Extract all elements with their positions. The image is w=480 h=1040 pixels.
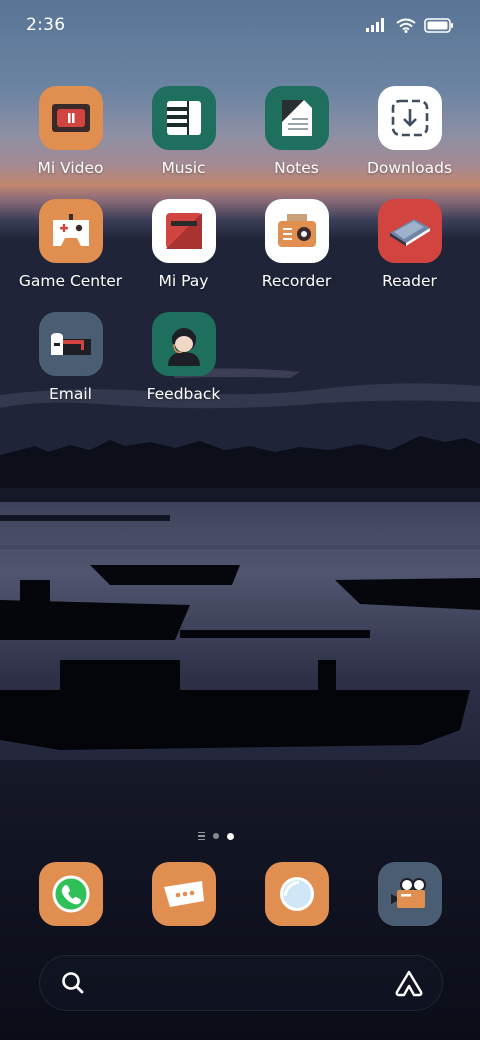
battery-icon — [424, 17, 453, 33]
wifi-icon — [396, 18, 416, 33]
app-label: Notes — [274, 159, 319, 177]
page-list-icon — [198, 831, 205, 841]
dock — [14, 862, 466, 926]
mi-pay-icon[interactable] — [151, 199, 216, 263]
app-label: Downloads — [366, 159, 453, 177]
feedback-icon[interactable] — [151, 312, 216, 376]
downloads-icon[interactable] — [377, 86, 442, 150]
search-icon[interactable] — [60, 970, 86, 996]
app-reader[interactable]: Reader — [353, 199, 466, 290]
assistant-icon[interactable] — [394, 969, 424, 997]
mi-video-icon[interactable] — [38, 86, 103, 150]
status-time: 2:36 — [26, 15, 66, 35]
app-label: Email — [48, 385, 92, 403]
app-label: Recorder — [261, 272, 332, 290]
app-label: Mi Pay — [158, 272, 209, 290]
app-feedback[interactable]: Feedback — [127, 312, 240, 403]
signal-icon — [366, 18, 384, 32]
app-grid: Mi Video Music Notes Downloads Game Cent… — [14, 86, 466, 403]
app-email[interactable]: Email — [14, 312, 127, 403]
app-label: Feedback — [146, 385, 221, 403]
app-mi-pay[interactable]: Mi Pay — [127, 199, 240, 290]
status-bar: 2:36 — [0, 0, 480, 50]
app-label: Game Center — [18, 272, 123, 290]
app-music[interactable]: Music — [127, 86, 240, 177]
status-icons — [366, 17, 454, 33]
music-icon[interactable] — [151, 86, 216, 150]
app-label: Mi Video — [37, 159, 104, 177]
app-label: Reader — [382, 272, 437, 290]
app-label: Music — [161, 159, 206, 177]
phone-icon[interactable] — [38, 862, 103, 926]
browser-icon[interactable] — [264, 862, 329, 926]
reader-icon[interactable] — [377, 199, 442, 263]
game-center-icon[interactable] — [38, 199, 103, 263]
email-icon[interactable] — [38, 312, 103, 376]
page-dot[interactable] — [213, 833, 219, 839]
app-mi-video[interactable]: Mi Video — [14, 86, 127, 177]
search-bar[interactable] — [39, 955, 443, 1011]
app-game-center[interactable]: Game Center — [14, 199, 127, 290]
messages-icon[interactable] — [151, 862, 216, 926]
app-recorder[interactable]: Recorder — [240, 199, 353, 290]
recorder-icon[interactable] — [264, 199, 329, 263]
camera-icon[interactable] — [377, 862, 442, 926]
notes-icon[interactable] — [264, 86, 329, 150]
app-downloads[interactable]: Downloads — [353, 86, 466, 177]
app-notes[interactable]: Notes — [240, 86, 353, 177]
page-indicator[interactable] — [198, 830, 248, 842]
page-dot-active[interactable] — [227, 832, 234, 840]
